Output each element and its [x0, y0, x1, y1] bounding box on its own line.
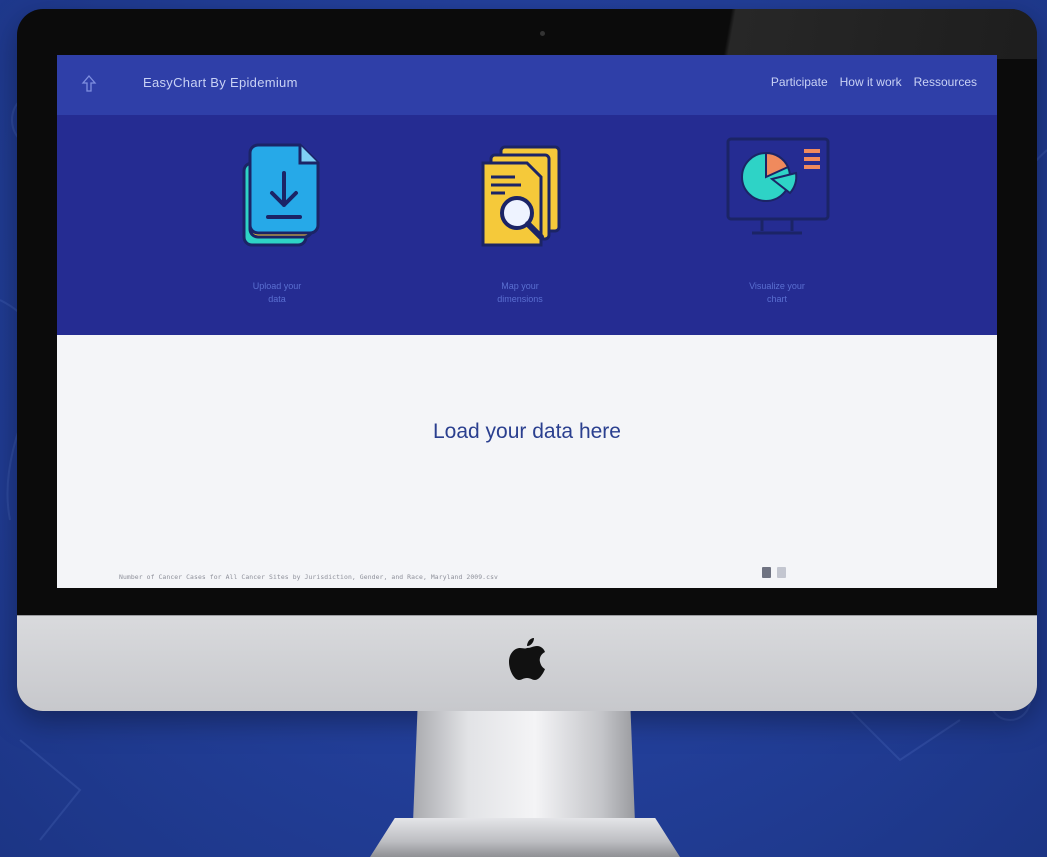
step-label-visualize: Visualize your chart	[749, 281, 805, 304]
imac-monitor: EasyChart By Epidemium Participate How i…	[17, 9, 1037, 711]
brand-name[interactable]: EasyChart By Epidemium	[143, 75, 298, 90]
preview-file-icon[interactable]	[777, 567, 786, 578]
document-search-icon	[481, 145, 561, 247]
step-label-map: Map your dimensions	[497, 281, 543, 304]
upload-logo-icon[interactable]	[81, 75, 97, 93]
steps-hero: Upload your data Map your dimensions Vis…	[57, 115, 997, 335]
monitor-chin	[17, 615, 1037, 711]
file-name: Number of Cancer Cases for All Cancer Si…	[119, 573, 498, 581]
screen-glare	[597, 9, 1037, 59]
file-row: Number of Cancer Cases for All Cancer Si…	[119, 573, 498, 581]
data-upload-area: Load your data here Number of Cancer Cas…	[57, 335, 997, 588]
nav-link-participate[interactable]: Participate	[771, 75, 828, 89]
camera-icon	[540, 31, 545, 36]
step-label-upload: Upload your data	[252, 281, 302, 304]
apple-logo-icon	[509, 638, 545, 680]
file-actions	[762, 567, 786, 578]
navbar: EasyChart By Epidemium Participate How i…	[57, 55, 997, 115]
nav-link-how-it-work[interactable]: How it work	[840, 75, 902, 89]
step-visualize: Visualize your chart	[687, 133, 867, 306]
file-download-icon	[242, 143, 320, 247]
load-data-title[interactable]: Load your data here	[57, 420, 997, 444]
step-upload: Upload your data	[187, 133, 367, 306]
delete-file-icon[interactable]	[762, 567, 771, 578]
nav-link-ressources[interactable]: Ressources	[914, 75, 977, 89]
nav-links: Participate How it work Ressources	[771, 75, 977, 89]
app-screen: EasyChart By Epidemium Participate How i…	[57, 55, 997, 588]
step-map: Map your dimensions	[430, 133, 610, 306]
monitor-stand-base	[370, 818, 680, 857]
monitor-stand-neck	[413, 711, 635, 823]
pie-chart-monitor-icon	[726, 137, 830, 235]
